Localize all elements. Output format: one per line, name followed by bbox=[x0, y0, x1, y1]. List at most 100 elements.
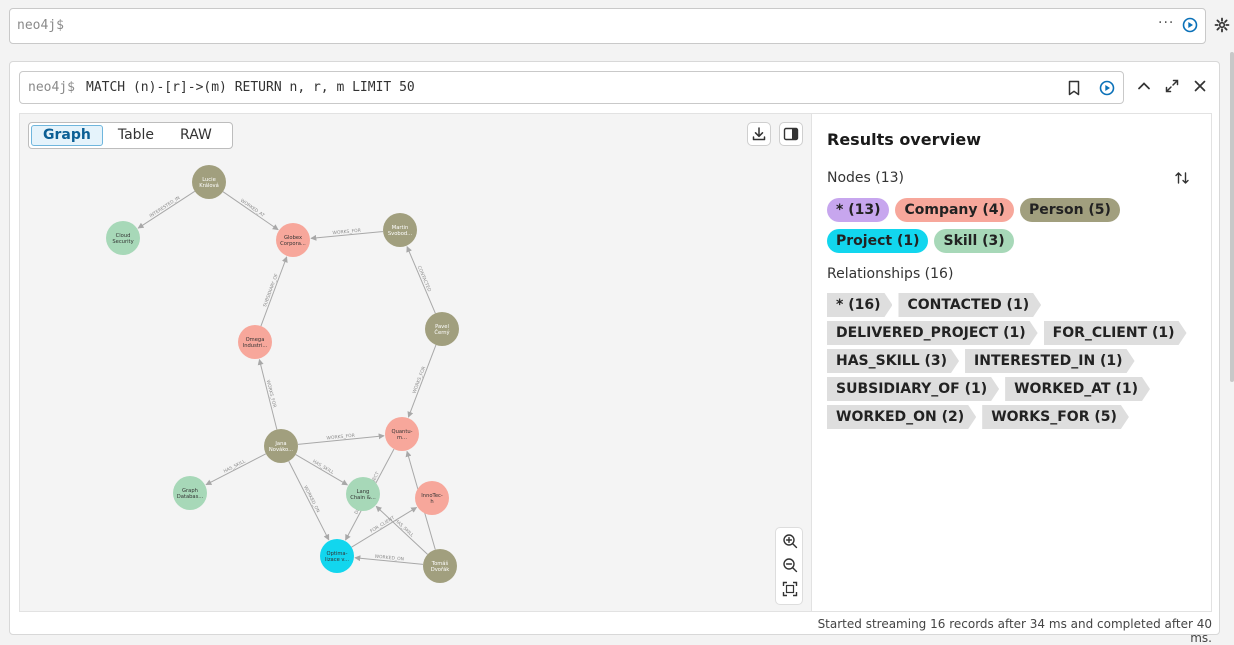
tab-raw[interactable]: RAW bbox=[169, 125, 223, 146]
graph-edge[interactable]: WORKS_FOR bbox=[297, 433, 385, 445]
relationships-label: Relationships (16) bbox=[827, 266, 954, 282]
graph-node-jana[interactable]: JanaNováko... bbox=[264, 429, 298, 463]
zoom-in-icon[interactable] bbox=[782, 533, 798, 553]
graph-canvas[interactable]: INTERESTED_IN WORKED_AT WORKS_FOR CONTACTED… bbox=[19, 113, 811, 612]
graph-edge[interactable]: WORKS_FOR bbox=[407, 344, 437, 418]
edge-label: INTERESTED_IN bbox=[148, 195, 181, 219]
graph-edge[interactable]: WORKED_ON bbox=[354, 554, 424, 565]
relationship-type-chips: * (16) CONTACTED (1) DELIVERED_PROJECT (1)… bbox=[827, 293, 1207, 429]
nodes-label: Nodes (13) bbox=[827, 170, 905, 186]
node-caption: Databas... bbox=[177, 494, 204, 500]
toggle-panel-button[interactable] bbox=[779, 122, 803, 146]
edge-label: WORKS_FOR bbox=[332, 228, 361, 237]
download-button[interactable] bbox=[747, 122, 771, 146]
relationship-chip[interactable]: WORKED_AT (1) bbox=[1005, 377, 1150, 401]
node-caption: Nováko... bbox=[269, 446, 294, 453]
relationship-chip[interactable]: HAS_SKILL (3) bbox=[827, 349, 959, 373]
node-label-chips: * (13) Company (4) Person (5) Project (1) Sk… bbox=[827, 198, 1207, 253]
graph-node-cloud[interactable]: CloudSecurity bbox=[106, 221, 140, 255]
node-caption: Security bbox=[112, 239, 133, 245]
gear-icon[interactable] bbox=[1214, 17, 1230, 37]
graph-node-optima[interactable]: Optima-lizace v... bbox=[320, 539, 354, 573]
query-text[interactable]: MATCH (n)-[r]->(m) RETURN n, r, m LIMIT … bbox=[86, 80, 415, 95]
close-icon[interactable] bbox=[1193, 78, 1207, 97]
node-caption: Svobod... bbox=[388, 231, 413, 237]
main-editor[interactable]: neo4j$ ··· bbox=[9, 8, 1206, 44]
node-chip-person[interactable]: Person (5) bbox=[1019, 198, 1120, 222]
run-icon[interactable] bbox=[1182, 17, 1198, 37]
relationship-chip[interactable]: DELIVERED_PROJECT (1) bbox=[827, 321, 1038, 345]
edge-label: HAS_SKILL bbox=[311, 459, 335, 476]
graph-edge[interactable]: INTERESTED_IN bbox=[137, 190, 196, 229]
graph-edge[interactable]: HAS_SKILL bbox=[375, 505, 428, 555]
graph-edge[interactable]: CONTACTED bbox=[406, 246, 436, 314]
node-caption: Chain &... bbox=[350, 495, 376, 501]
relationship-chip[interactable]: CONTACTED (1) bbox=[898, 293, 1041, 317]
edge-label: WORKS_FOR bbox=[412, 366, 428, 395]
node-caption: h bbox=[430, 499, 433, 505]
result-frame: neo4j$ MATCH (n)-[r]->(m) RETURN n, r, m… bbox=[9, 61, 1220, 645]
graph-edge[interactable]: WORKS_FOR bbox=[257, 358, 278, 430]
sort-icon[interactable] bbox=[1174, 170, 1190, 190]
results-overview: Results overview Nodes (13) * (13) Compan… bbox=[811, 113, 1212, 612]
more-options-icon[interactable]: ··· bbox=[1158, 15, 1174, 31]
graph-node-omega[interactable]: OmegaIndustri... bbox=[238, 325, 272, 359]
node-caption: Dvořák bbox=[431, 566, 450, 573]
graph-node-graphdb[interactable]: GraphDatabas... bbox=[173, 476, 207, 510]
graph-node-lucie[interactable]: LucieKrálová bbox=[192, 165, 226, 199]
download-icon bbox=[752, 127, 766, 141]
expand-icon[interactable] bbox=[1165, 78, 1179, 97]
node-chip-all[interactable]: * (13) bbox=[827, 198, 890, 222]
graph-node-pavel[interactable]: PavelČerný bbox=[425, 312, 459, 346]
bookmark-icon[interactable] bbox=[1067, 80, 1081, 100]
graph-edge[interactable]: WORKED_ON bbox=[288, 460, 330, 541]
graph-edge[interactable]: WORKS_FOR bbox=[310, 228, 384, 241]
status-message: Started streaming 16 records after 34 ms… bbox=[817, 617, 1212, 645]
tab-graph[interactable]: Graph bbox=[31, 125, 103, 146]
graph-edge[interactable]: SUBSIDIARY_OF bbox=[260, 256, 288, 327]
graph-node-quantum[interactable]: Quantu-m... bbox=[385, 417, 419, 451]
graph-node-langchain[interactable]: LangChain &... bbox=[346, 477, 380, 511]
overview-title: Results overview bbox=[827, 130, 982, 149]
graph-edge[interactable]: HAS_SKILL bbox=[205, 453, 267, 486]
node-chip-project[interactable]: Project (1) bbox=[827, 229, 929, 253]
query-editor[interactable]: neo4j$ MATCH (n)-[r]->(m) RETURN n, r, m… bbox=[19, 71, 1124, 104]
relationship-chip[interactable]: WORKS_FOR (5) bbox=[982, 405, 1129, 429]
query-prompt: neo4j$ bbox=[28, 80, 75, 95]
zoom-out-icon[interactable] bbox=[782, 557, 798, 577]
edge-label: WORKED_AT bbox=[239, 198, 266, 219]
graph-edge[interactable]: HAS_SKILL bbox=[295, 454, 348, 486]
sidebar-icon bbox=[783, 127, 799, 141]
fit-view-icon[interactable] bbox=[782, 581, 798, 601]
node-caption: Industri... bbox=[243, 343, 268, 349]
node-caption: m... bbox=[397, 435, 407, 441]
node-chip-company[interactable]: Company (4) bbox=[895, 198, 1014, 222]
relationship-chip[interactable]: SUBSIDIARY_OF (1) bbox=[827, 377, 999, 401]
collapse-icon[interactable] bbox=[1137, 78, 1151, 97]
node-caption: Černý bbox=[434, 329, 449, 336]
edge-label: SUBSIDIARY_OF bbox=[262, 273, 280, 308]
graph-node-globex[interactable]: GlobexCorpora... bbox=[276, 223, 310, 257]
graph-node-innotech[interactable]: InnoTec-h bbox=[415, 481, 449, 515]
graph-svg[interactable]: INTERESTED_IN WORKED_AT WORKS_FOR CONTACTED… bbox=[20, 114, 812, 613]
editor-prompt: neo4j$ bbox=[17, 18, 64, 33]
tab-table[interactable]: Table bbox=[107, 125, 165, 146]
graph-node-tomas[interactable]: TomášDvořák bbox=[423, 549, 457, 583]
relationship-chip[interactable]: INTERESTED_IN (1) bbox=[965, 349, 1135, 373]
page-scrollbar[interactable] bbox=[1230, 52, 1234, 382]
edge-label: FOR_CLIENT bbox=[369, 515, 396, 535]
edge-label: CONTACTED bbox=[416, 265, 433, 293]
relationship-chip[interactable]: * (16) bbox=[827, 293, 892, 317]
relationship-chip[interactable]: FOR_CLIENT (1) bbox=[1044, 321, 1187, 345]
run-icon[interactable] bbox=[1099, 80, 1115, 100]
edge-label: WORKS_FOR bbox=[265, 379, 278, 408]
node-caption: lizace v... bbox=[325, 557, 349, 563]
node-caption: Tomáš bbox=[431, 560, 449, 567]
node-caption: Corpora... bbox=[280, 241, 306, 247]
graph-edge[interactable]: WORKED_AT bbox=[222, 191, 279, 231]
graph-node-martin[interactable]: MartinSvobod... bbox=[383, 213, 417, 247]
node-caption: Králová bbox=[199, 182, 219, 189]
node-chip-skill[interactable]: Skill (3) bbox=[934, 229, 1014, 253]
relationship-chip[interactable]: WORKED_ON (2) bbox=[827, 405, 976, 429]
edge-label: HAS_SKILL bbox=[223, 458, 247, 474]
